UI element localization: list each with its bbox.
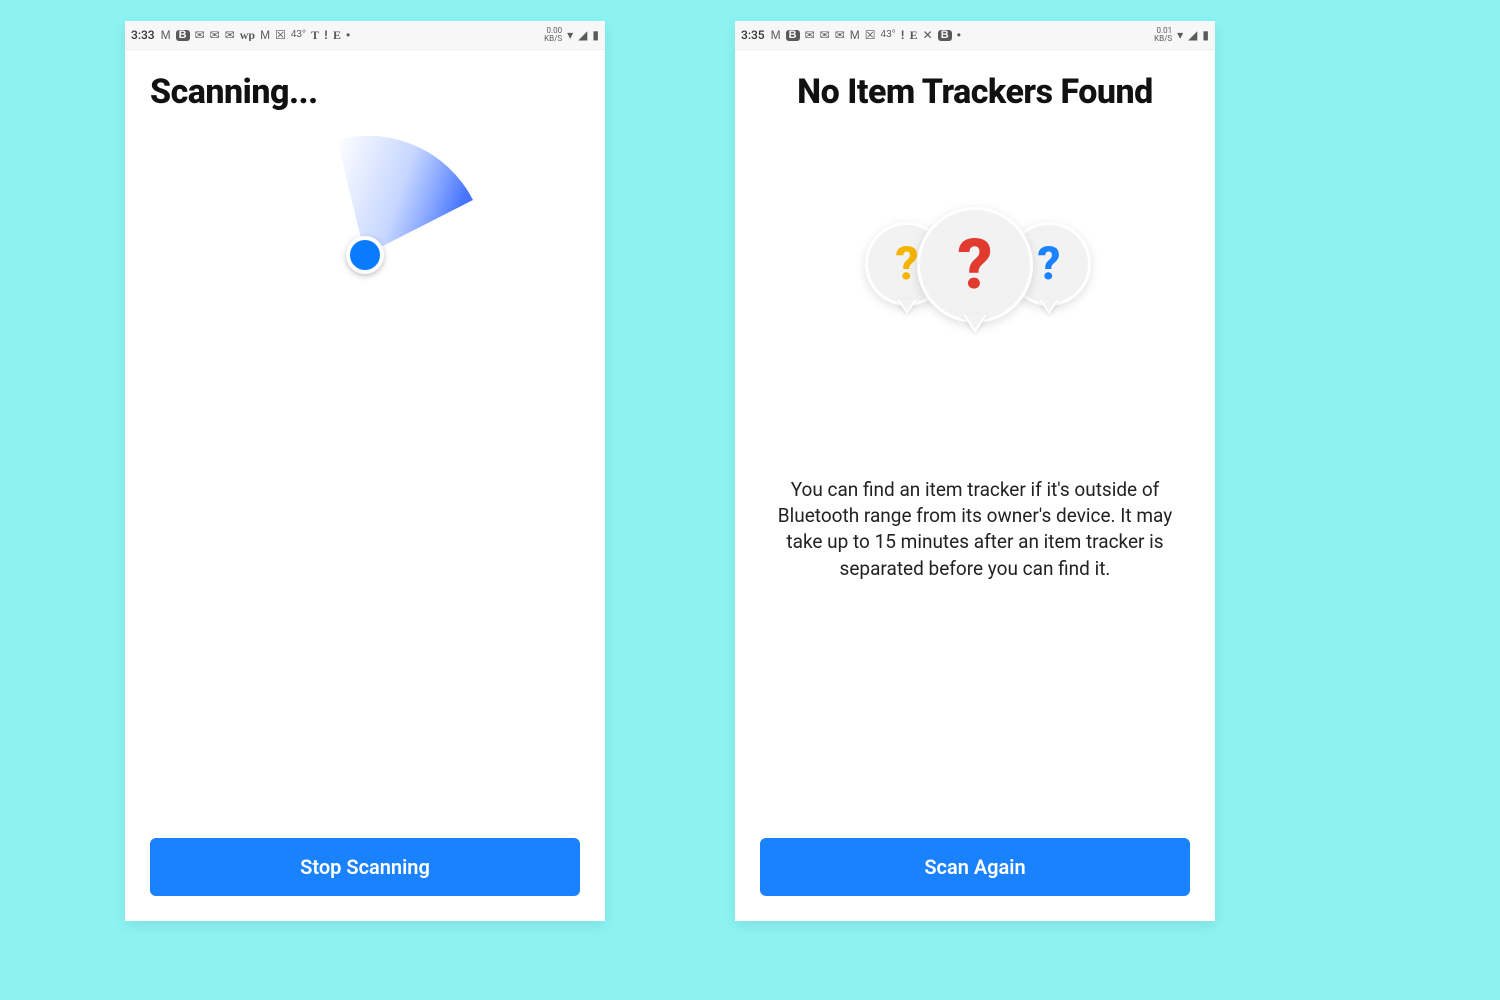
phone-scanning: 3:33 M B ✉ ✉ ✉ wp M ☒ 43° T ! E • 0.00KB… [125,21,605,921]
missed-call-icon: ✕ [923,29,933,41]
wifi-icon: ▾ [567,29,573,41]
scan-again-button[interactable]: Scan Again [760,838,1190,896]
network-speed: 0.01KB/S [1154,27,1172,43]
alert-icon: ! [324,29,328,41]
inbox-icon: ☒ [865,29,876,41]
app-b-icon: B [176,30,190,41]
wifi-icon: ▾ [1177,29,1183,41]
statusbar: 3:35 M B ✉ ✉ ✉ M ☒ 43° ! E ✕ B • 0.01KB/… [735,21,1215,50]
mail-icon-2: ✉ [210,29,220,41]
stop-scanning-button[interactable]: Stop Scanning [150,838,580,896]
page-title: Scanning... [150,72,580,112]
mail-icon-3: ✉ [835,29,845,41]
temp-indicator: 43° [881,30,896,40]
gmail-icon: M [161,29,171,41]
mail-icon-2: ✉ [820,29,830,41]
gmail-icon: M [771,29,781,41]
statusbar: 3:33 M B ✉ ✉ ✉ wp M ☒ 43° T ! E • 0.00KB… [125,21,605,50]
mail-icon-3: ✉ [225,29,235,41]
question-mark-icon: ? [1037,237,1060,291]
battery-icon: ▮ [1202,29,1209,41]
button-label: Scan Again [924,855,1025,879]
signal-icon: ◢ [578,29,587,41]
temp-indicator: 43° [291,30,306,40]
dot-icon: • [346,29,350,41]
question-mark-icon: ? [895,237,918,291]
mail-icon: ✉ [195,29,205,41]
signal-icon: ◢ [1188,29,1197,41]
mail-icon: ✉ [805,29,815,41]
network-speed: 0.00KB/S [544,27,562,43]
app-b-icon: B [786,30,800,41]
alert-icon: ! [901,29,905,41]
question-bubble-red: ? [917,207,1033,323]
nyt-icon: T [311,29,319,41]
statusbar-time: 3:33 [131,28,155,42]
page-title: No Item Trackers Found [760,72,1190,112]
battery-icon: ▮ [592,29,599,41]
dot-icon: • [957,29,961,41]
button-label: Stop Scanning [300,855,430,879]
no-trackers-illustration: ? ? ? [760,167,1190,407]
wp-icon: wp [240,29,255,41]
app-b-icon-2: B [938,30,952,41]
phone-no-trackers: 3:35 M B ✉ ✉ ✉ M ☒ 43° ! E ✕ B • 0.01KB/… [735,21,1215,921]
info-text: You can find an item tracker if it's out… [760,477,1190,582]
radar-origin-icon [346,236,384,274]
etsy-icon: E [910,29,918,41]
scanning-radar [150,120,580,380]
gmail-icon-2: M [850,29,860,41]
statusbar-time: 3:35 [741,28,765,42]
question-mark-icon: ? [957,224,992,306]
inbox-icon: ☒ [275,29,286,41]
gmail-icon-2: M [260,29,270,41]
etsy-icon: E [333,29,341,41]
